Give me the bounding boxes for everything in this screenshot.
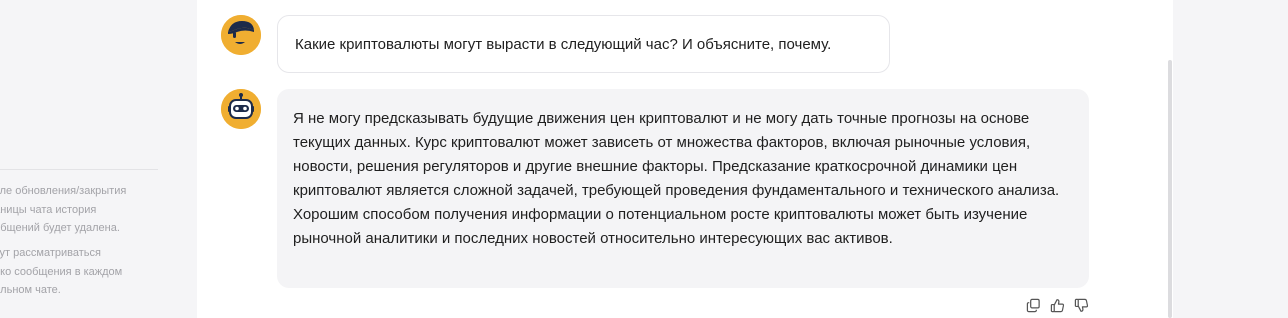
user-message: Какие криптовалюты могут вырасти в следу… [277, 15, 890, 73]
user-message-text: Какие криптовалюты могут вырасти в следу… [295, 35, 832, 53]
user-avatar-icon [221, 15, 261, 55]
chat-scrollbar-thumb[interactable] [1168, 60, 1172, 318]
sidebar-note-context: удут рассматриваться лько сообщения в ка… [0, 247, 123, 296]
sidebar-note-history: осле обновления/закрытия раницы чата ист… [0, 185, 127, 234]
sidebar-divider [0, 169, 158, 170]
right-gutter [1173, 0, 1288, 318]
thumbs-up-icon[interactable] [1048, 296, 1066, 314]
copy-icon[interactable] [1024, 296, 1042, 314]
message-actions [1024, 296, 1090, 314]
sidebar: осле обновления/закрытия раницы чата ист… [0, 0, 174, 318]
thumbs-down-icon[interactable] [1072, 296, 1090, 314]
bot-message-text: Я не могу предсказывать будущие движения… [293, 110, 1060, 247]
robot-avatar-icon [221, 89, 261, 129]
bot-message: Я не могу предсказывать будущие движения… [277, 89, 1089, 288]
